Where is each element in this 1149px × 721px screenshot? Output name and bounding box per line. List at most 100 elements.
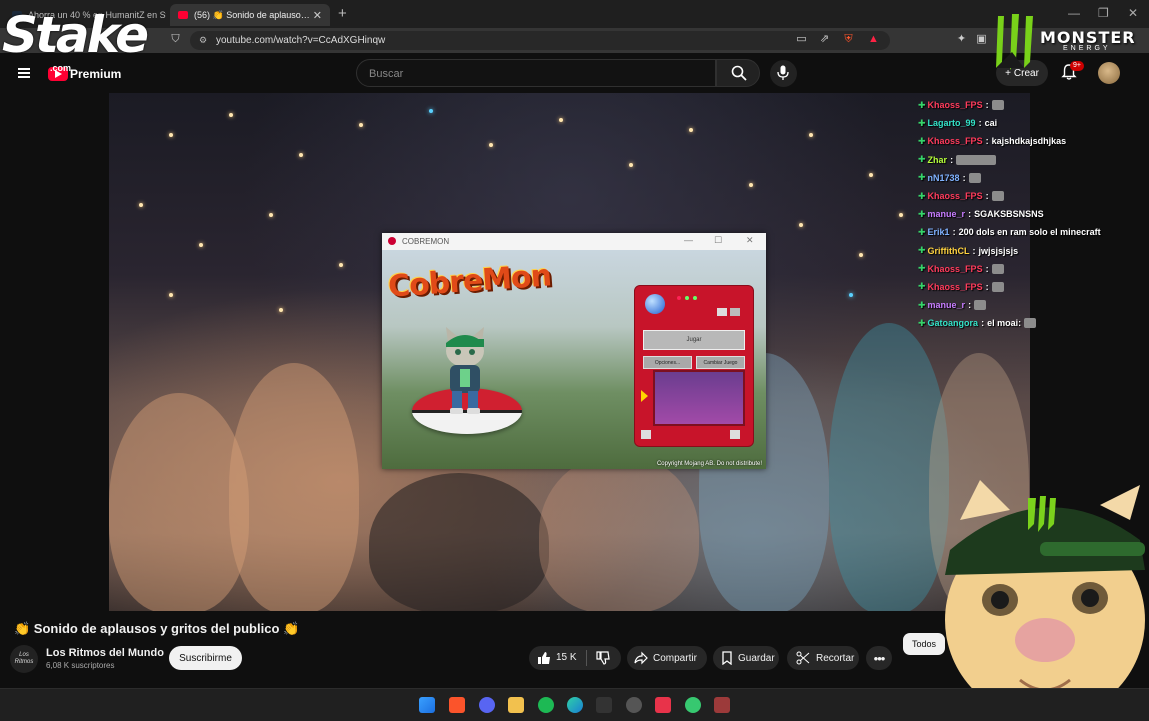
omnibox[interactable]: ⚙ youtube.com/watch?v=CcAdXGHinqw [190, 31, 890, 50]
chat-username[interactable]: GriffithCL [928, 246, 970, 256]
add-icon[interactable] [641, 430, 651, 439]
chat-username[interactable]: Zhar [928, 155, 948, 165]
stage-light [849, 293, 853, 297]
channel-name[interactable]: Los Ritmos del Mundo [46, 647, 164, 659]
chat-message: ✚ Erik1:200 dols en ram solo el minecraft [918, 223, 1149, 241]
share-arrow-icon [634, 651, 648, 665]
like-button[interactable]: 15 K [529, 646, 585, 670]
chat-badge-icon: ✚ [918, 117, 926, 128]
edge-icon[interactable] [567, 697, 583, 713]
chat-badge-icon: ✚ [918, 208, 926, 219]
game-minimize-icon[interactable]: — [684, 235, 693, 245]
settings-icon[interactable] [730, 308, 740, 316]
thumbs-down-icon [596, 651, 610, 665]
chat-username[interactable]: Khaoss_FPS [928, 100, 983, 110]
chat-username[interactable]: Erik1 [928, 227, 950, 237]
chat-separator: : [985, 281, 989, 292]
info-icon[interactable] [730, 430, 740, 439]
chat-emote-icon [974, 300, 987, 311]
chat-username[interactable]: Khaoss_FPS [928, 264, 983, 274]
microphone-icon [777, 65, 789, 80]
stage-light [799, 223, 803, 227]
close-window-icon[interactable]: ✕ [1128, 6, 1138, 20]
extensions-icon[interactable]: ✦ [956, 34, 967, 45]
stage-light [749, 183, 753, 187]
tab-youtube[interactable]: (56) 👏 Sonido de aplausos y gritos del p… [170, 4, 330, 26]
maximize-icon[interactable]: ❐ [1098, 6, 1109, 20]
brave-shield-icon[interactable]: ⛨ [843, 34, 854, 45]
list-icon[interactable] [717, 308, 727, 316]
clip-button[interactable]: Recortar [787, 646, 859, 670]
chat-separator: : [978, 118, 982, 129]
game-window-titlebar[interactable]: COBREMON — ☐ ✕ [382, 233, 766, 250]
chat-username[interactable]: Lagarto_99 [928, 118, 976, 128]
search-box[interactable] [356, 59, 716, 87]
change-game-button[interactable]: Cambiar Juego [696, 356, 745, 369]
cast-icon[interactable]: ▭ [796, 34, 807, 45]
stage-light [489, 143, 493, 147]
chat-username[interactable]: manue_r [928, 300, 966, 310]
brave-browser-icon[interactable] [449, 697, 465, 713]
chat-badge-icon: ✚ [918, 245, 926, 256]
windows-start-icon[interactable] [419, 697, 435, 713]
chat-username[interactable]: nN1738 [928, 173, 960, 183]
arrow-right-icon[interactable] [641, 390, 648, 402]
more-actions-button[interactable]: ••• [866, 646, 892, 670]
share-button[interactable]: Compartir [627, 646, 707, 670]
stake-logo: Stake [2, 6, 149, 64]
subscribe-button[interactable]: Suscribirme [169, 646, 242, 670]
filter-chip-all[interactable]: Todos [903, 633, 945, 655]
play-button[interactable]: Jugar [643, 330, 745, 350]
game-logo: CobreMon [386, 258, 553, 305]
share-page-icon[interactable]: ⇗ [819, 34, 830, 45]
globe-icon [645, 294, 665, 314]
chat-username[interactable]: Khaoss_FPS [928, 282, 983, 292]
voice-search-button[interactable] [770, 60, 797, 87]
discord-icon[interactable] [479, 697, 495, 713]
obs-icon[interactable] [626, 697, 642, 713]
stage-light [229, 113, 233, 117]
chat-text: kajshdkajsdhjkas [991, 136, 1067, 147]
dislike-button[interactable] [589, 646, 621, 670]
options-button[interactable]: Opciones... [643, 356, 692, 369]
minimize-icon[interactable]: — [1068, 6, 1080, 20]
xbox-icon[interactable] [685, 697, 701, 713]
site-settings-icon[interactable]: ⚙ [199, 35, 207, 46]
game-launcher-window[interactable]: COBREMON — ☐ ✕ CobreMon Jugar Opciones..… [382, 233, 766, 469]
stage-light [859, 253, 863, 257]
close-tab-icon[interactable]: ✕ [313, 9, 322, 22]
valorant-icon[interactable] [655, 697, 671, 713]
notification-count-badge: 9+ [1070, 61, 1084, 71]
save-button[interactable]: Guardar [713, 646, 779, 670]
stage-light [269, 213, 273, 217]
menu-icon[interactable] [18, 68, 30, 78]
new-tab-button[interactable]: + [338, 5, 347, 22]
subscriber-count: 6,08 K suscriptores [46, 661, 115, 670]
brave-rewards-icon[interactable]: ▲ [868, 34, 879, 45]
game-preview-image [653, 370, 745, 426]
game-close-icon[interactable]: ✕ [746, 235, 754, 246]
chat-emote-icon [991, 100, 1004, 111]
game-maximize-icon[interactable]: ☐ [714, 235, 722, 246]
search-icon [731, 65, 747, 81]
cobremon-app-icon[interactable] [714, 697, 730, 713]
stage-light [869, 173, 873, 177]
sidebar-icon[interactable]: ▣ [976, 34, 987, 45]
spotify-icon[interactable] [538, 697, 554, 713]
chat-emote-icon [1024, 318, 1037, 329]
search-input[interactable] [367, 65, 701, 83]
chat-username[interactable]: Khaoss_FPS [928, 191, 983, 201]
chat-username[interactable]: Khaoss_FPS [928, 136, 983, 146]
channel-avatar[interactable]: Los Ritmos [10, 645, 38, 673]
chat-username[interactable]: manue_r [928, 209, 966, 219]
chat-username[interactable]: Gatoangora [928, 318, 979, 328]
chat-separator: : [950, 154, 954, 165]
game-app-icon [388, 237, 396, 245]
windows-taskbar [0, 688, 1149, 721]
epic-games-icon[interactable] [596, 697, 612, 713]
account-avatar[interactable] [1098, 62, 1120, 84]
chat-separator: : [985, 263, 989, 274]
bookmark-icon[interactable]: ⛉ [170, 34, 181, 45]
search-button[interactable] [716, 59, 760, 87]
file-explorer-icon[interactable] [508, 697, 524, 713]
